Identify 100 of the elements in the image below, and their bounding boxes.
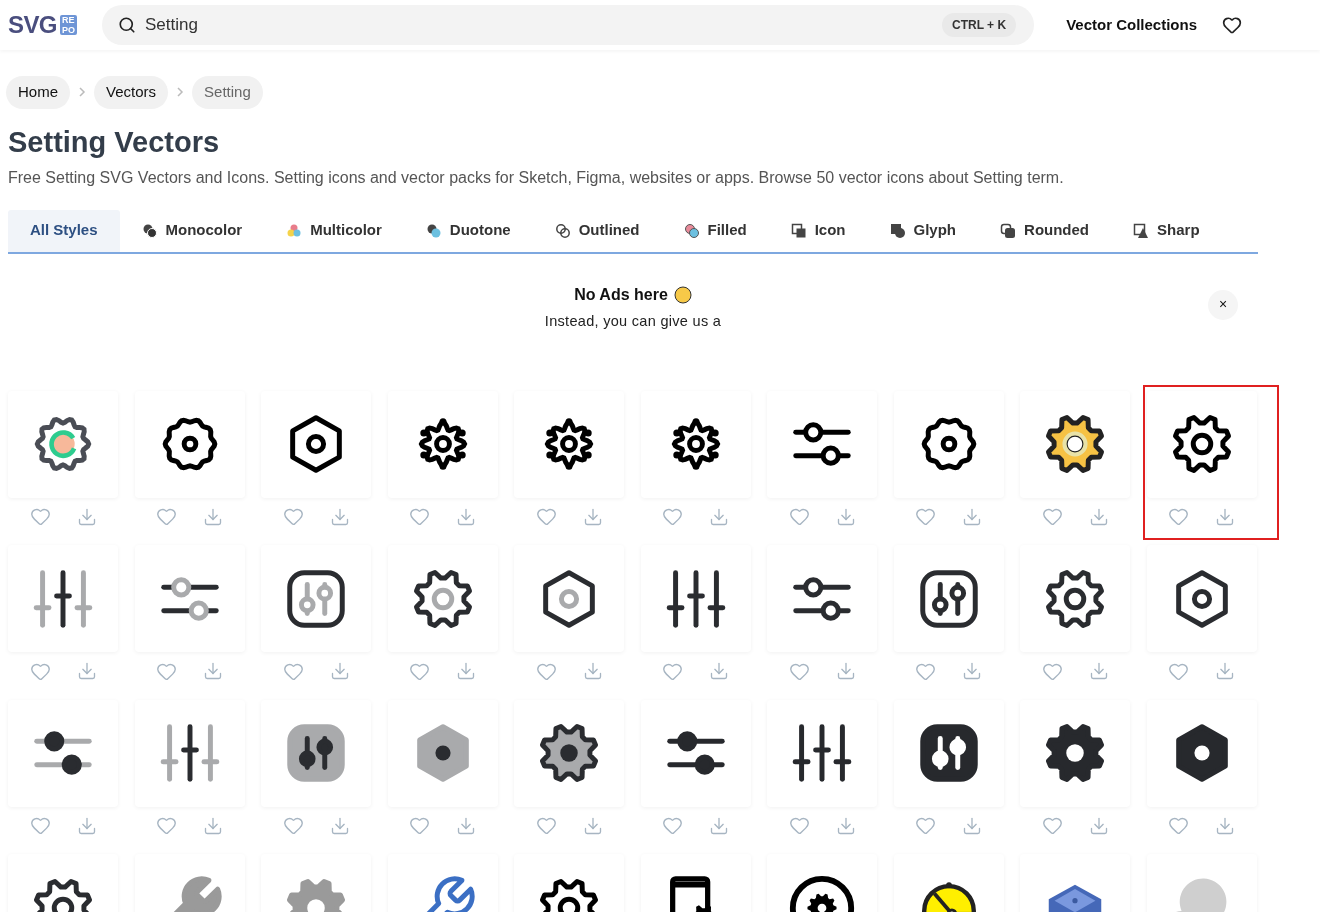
icon-card[interactable] (1146, 390, 1257, 498)
download-button[interactable] (835, 815, 856, 836)
icon-card[interactable] (387, 545, 498, 652)
icon-card[interactable] (261, 545, 371, 652)
page-description: Free Setting SVG Vectors and Icons. Setting icons and vector packs for Sketch, Figma, websites or apps. Browse 50 vector icons about Setting term. (8, 167, 1065, 188)
icon-card[interactable] (767, 545, 877, 652)
favorite-button[interactable] (156, 815, 177, 836)
download-button[interactable] (1215, 661, 1235, 681)
favorites-icon[interactable] (1222, 15, 1242, 35)
download-button[interactable] (962, 815, 982, 836)
icon-card[interactable] (8, 699, 118, 807)
download-button[interactable] (76, 506, 97, 527)
download-button[interactable] (1088, 506, 1109, 527)
icon-card[interactable] (893, 699, 1004, 807)
download-button[interactable] (962, 661, 982, 681)
search-icon (118, 16, 136, 34)
style-tab[interactable]: Outlined (532, 209, 662, 252)
download-button[interactable] (203, 506, 223, 527)
icon-card[interactable] (767, 699, 877, 807)
favorite-button[interactable] (915, 506, 936, 527)
shortcut-hint: CTRL + K (942, 13, 1017, 37)
favorite-button[interactable] (156, 506, 177, 527)
style-tab[interactable]: Monocolor (119, 209, 265, 252)
breadcrumb[interactable]: Home (6, 76, 70, 109)
download-button[interactable] (456, 815, 476, 836)
icon-card[interactable] (514, 545, 624, 652)
breadcrumb[interactable]: Vectors (94, 76, 169, 109)
icon-card[interactable] (134, 699, 245, 807)
style-tab[interactable]: Glyph (867, 209, 979, 252)
style-icon (286, 222, 303, 239)
download-button[interactable] (329, 815, 350, 836)
style-tab[interactable]: Filled (661, 209, 769, 252)
download-button[interactable] (456, 661, 476, 681)
favorite-button[interactable] (662, 506, 683, 527)
icon-card[interactable] (1146, 699, 1257, 807)
favorite-button[interactable] (409, 815, 430, 836)
favorite-button[interactable] (282, 815, 304, 836)
favorite-button[interactable] (915, 815, 936, 836)
icon-card[interactable] (1020, 390, 1130, 498)
download-button[interactable] (203, 661, 223, 681)
download-button[interactable] (329, 661, 350, 681)
download-button[interactable] (456, 506, 476, 527)
download-button[interactable] (329, 506, 350, 527)
download-button[interactable] (709, 815, 729, 836)
download-button[interactable] (1088, 661, 1109, 681)
download-button[interactable] (709, 506, 729, 527)
icon-card[interactable] (387, 390, 498, 498)
favorite-button[interactable] (29, 815, 51, 836)
icon-card[interactable] (261, 390, 371, 498)
download-button[interactable] (835, 506, 856, 527)
close-button[interactable]: × (1208, 289, 1238, 320)
favorite-button[interactable] (29, 506, 51, 527)
icon-card[interactable] (1020, 545, 1130, 652)
favorite-button[interactable] (535, 506, 557, 527)
icon-card[interactable] (1146, 545, 1257, 652)
favorite-button[interactable] (409, 506, 430, 527)
icon-card[interactable] (134, 390, 245, 498)
icon-card[interactable] (261, 699, 371, 807)
icon-card[interactable] (767, 390, 877, 498)
breadcrumb[interactable]: Setting (192, 76, 263, 109)
download-button[interactable] (203, 815, 223, 836)
icon-card[interactable] (640, 545, 751, 652)
favorite-button[interactable] (1168, 506, 1189, 527)
favorite-button[interactable] (282, 506, 304, 527)
style-tab[interactable]: Icon (768, 209, 868, 252)
style-tab[interactable]: Rounded (978, 209, 1112, 252)
icon-card[interactable] (1020, 699, 1130, 807)
download-button[interactable] (835, 661, 856, 681)
icon-card[interactable] (893, 545, 1004, 652)
icon-card[interactable] (893, 390, 1004, 498)
style-tab[interactable]: Sharp (1111, 209, 1222, 252)
icon-card[interactable] (640, 390, 751, 498)
favorite-button[interactable] (662, 815, 683, 836)
favorite-button[interactable] (788, 506, 810, 527)
download-button[interactable] (962, 506, 982, 527)
favorite-button[interactable] (788, 815, 810, 836)
download-button[interactable] (1215, 815, 1235, 836)
favorite-button[interactable] (1168, 815, 1189, 836)
icon-card[interactable] (8, 545, 118, 652)
download-button[interactable] (76, 815, 97, 836)
favorite-button[interactable] (1041, 815, 1063, 836)
style-tab[interactable]: Duotone (403, 209, 533, 252)
favorite-button[interactable] (535, 815, 557, 836)
collections-link[interactable]: Vector Collections (1066, 13, 1197, 37)
download-button[interactable] (1215, 506, 1235, 527)
style-tab[interactable]: Multicolor (264, 209, 404, 252)
download-button[interactable] (582, 506, 603, 527)
download-button[interactable] (709, 661, 729, 681)
icon-card[interactable] (8, 390, 118, 498)
icon-card[interactable] (514, 390, 624, 498)
download-button[interactable] (76, 661, 97, 681)
icon-card[interactable] (134, 545, 245, 652)
style-tab[interactable]: All Styles (8, 209, 120, 252)
download-button[interactable] (582, 815, 603, 836)
icon-card[interactable] (640, 699, 751, 807)
icon-card[interactable] (514, 699, 624, 807)
favorite-button[interactable] (1041, 506, 1063, 527)
search-field[interactable]: Setting CTRL + K (102, 5, 1035, 45)
download-button[interactable] (582, 661, 603, 681)
download-button[interactable] (1088, 815, 1109, 836)
